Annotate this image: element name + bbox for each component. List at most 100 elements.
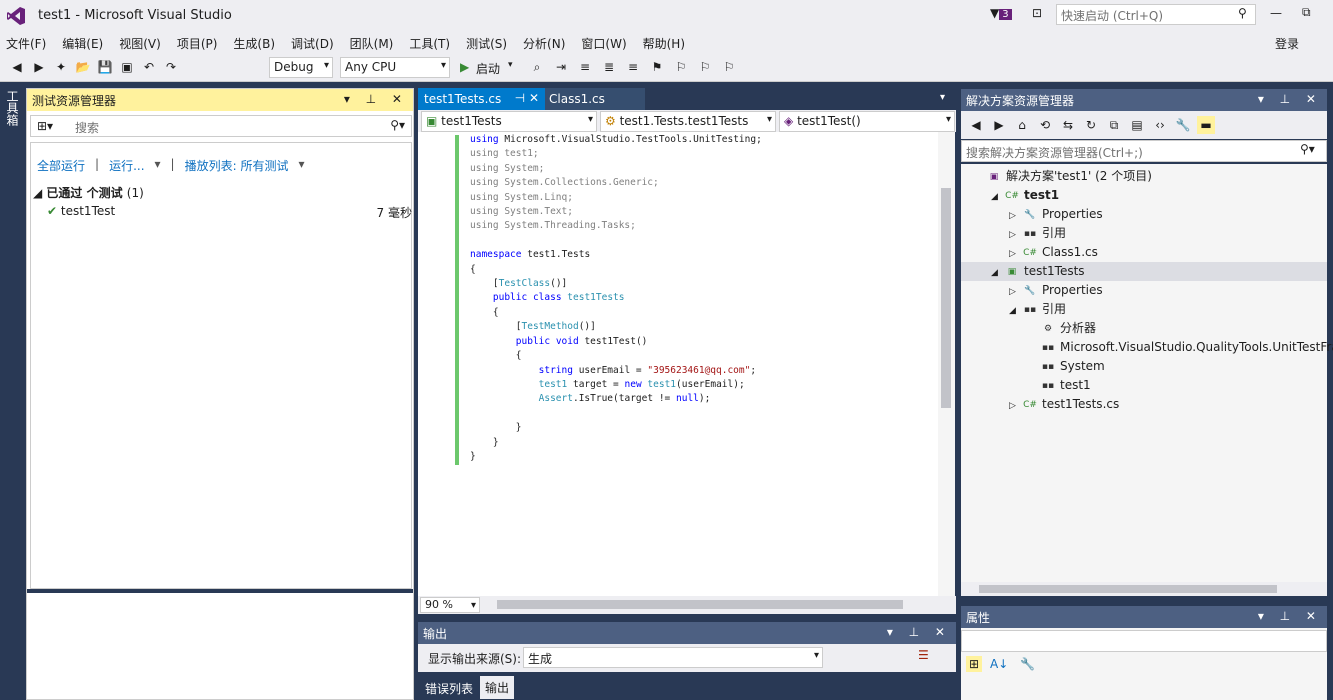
solution-node[interactable]: ▣ 解决方案'test1' (2 个项目) [961, 167, 1327, 186]
tab-test1tests[interactable]: test1Tests.cs ⊣ ✕ [418, 88, 545, 110]
open-file-icon[interactable]: 📂 [74, 58, 92, 76]
run-all-link[interactable]: 全部运行 [37, 157, 85, 174]
refresh-icon[interactable]: ↻ [1082, 116, 1100, 134]
save-icon[interactable]: 💾 [96, 58, 114, 76]
reference-node[interactable]: ▪▪ System [961, 357, 1327, 376]
test-row[interactable]: ✔ test1Test 7 毫秒 [47, 204, 412, 221]
platform-select[interactable]: Any CPU [340, 57, 450, 78]
editor-horizontal-scrollbar[interactable] [497, 600, 903, 609]
forward-icon[interactable]: ▶ [30, 58, 48, 76]
code-line[interactable]: { [470, 263, 762, 277]
collapse-all-icon[interactable]: ⧉ [1105, 116, 1123, 134]
file-node[interactable]: ▷ C# test1Tests.cs [961, 395, 1327, 414]
indent-icon[interactable]: ≡ [576, 58, 594, 76]
class-nav-select[interactable]: ⚙ test1.Tests.test1Tests [600, 111, 776, 132]
code-line[interactable]: } [470, 450, 762, 464]
save-all-icon[interactable]: ▣ [118, 58, 136, 76]
code-line[interactable]: string userEmail = "395623461@qq.com"; [470, 364, 762, 378]
expander-icon[interactable]: ◢ [991, 188, 1005, 207]
code-line[interactable]: Assert.IsTrue(target != null); [470, 392, 762, 406]
menu-item[interactable]: 窗口(W) [581, 35, 626, 52]
properties-node[interactable]: ▷ 🔧 Properties [961, 205, 1327, 224]
back-icon[interactable]: ◀ [8, 58, 26, 76]
sync-icon[interactable]: ⇆ [1059, 116, 1077, 134]
configuration-select[interactable]: Debug [269, 57, 333, 78]
menu-item[interactable]: 工具(T) [409, 35, 450, 52]
code-line[interactable]: [TestClass()] [470, 277, 762, 291]
code-line[interactable] [470, 407, 762, 421]
properties-wrench-icon[interactable]: 🔧 [1020, 657, 1035, 671]
menu-item[interactable]: 帮助(H) [643, 35, 685, 52]
login-link[interactable]: 登录 [1275, 35, 1299, 52]
code-text[interactable]: using Microsoft.VisualStudio.TestTools.U… [470, 133, 762, 464]
back-icon[interactable]: ◀ [967, 116, 985, 134]
feedback-icon[interactable]: ⊡ [1032, 6, 1042, 20]
panel-controls[interactable]: ▾ ⊥ ✕ [1258, 92, 1322, 108]
analyzer-node[interactable]: ⚙ 分析器 [961, 319, 1327, 338]
editor-vertical-scrollbar[interactable] [938, 132, 955, 596]
code-line[interactable]: } [470, 436, 762, 450]
references-node[interactable]: ◢ ▪▪ 引用 [961, 300, 1327, 319]
menu-item[interactable]: 项目(P) [177, 35, 218, 52]
tab-dropdown-icon[interactable]: ▾ [940, 92, 945, 103]
code-line[interactable]: using test1; [470, 147, 762, 161]
expander-icon[interactable]: ◢ [991, 264, 1005, 283]
references-node[interactable]: ▷ ▪▪ 引用 [961, 224, 1327, 243]
quick-launch-input[interactable]: 快速启动 (Ctrl+Q) [1056, 4, 1256, 25]
prev-bookmark-icon[interactable]: ⚐ [672, 58, 690, 76]
pin-close-icon[interactable]: ⊣ ✕ [515, 91, 539, 105]
expander-icon[interactable]: ◢ [1009, 302, 1023, 321]
history-icon[interactable]: ⟲ [1036, 116, 1054, 134]
view-code-icon[interactable]: ‹› [1151, 116, 1169, 134]
menu-item[interactable]: 调试(D) [291, 35, 334, 52]
start-dropdown-icon[interactable]: ▾ [508, 60, 513, 70]
next-bookmark-icon[interactable]: ⚐ [696, 58, 714, 76]
zoom-select[interactable]: 90 % [420, 597, 480, 613]
code-line[interactable]: using System.Threading.Tasks; [470, 219, 762, 233]
clear-all-icon[interactable]: ☰ [918, 648, 929, 662]
toolbox-side-tab[interactable]: 工具箱 [0, 82, 24, 700]
notification-flag-icon[interactable]: ▼ 3 [990, 6, 1012, 20]
code-line[interactable]: [TestMethod()] [470, 320, 762, 334]
expander-icon[interactable]: ▷ [1009, 397, 1023, 416]
panel-controls[interactable]: ▾ ⊥ ✕ [344, 92, 408, 108]
code-line[interactable]: using Microsoft.VisualStudio.TestTools.U… [470, 133, 762, 147]
bookmark-icon[interactable]: ⚑ [648, 58, 666, 76]
menu-item[interactable]: 分析(N) [523, 35, 565, 52]
code-line[interactable]: using System.Collections.Generic; [470, 176, 762, 190]
redo-icon[interactable]: ↷ [162, 58, 180, 76]
start-button[interactable]: 启动 [476, 60, 500, 77]
menu-item[interactable]: 编辑(E) [62, 35, 103, 52]
comment-icon[interactable]: ≡ [624, 58, 642, 76]
code-line[interactable]: } [470, 421, 762, 435]
code-line[interactable]: public class test1Tests [470, 291, 762, 305]
code-line[interactable]: { [470, 306, 762, 320]
code-line[interactable] [470, 234, 762, 248]
solution-search-input[interactable]: 搜索解决方案资源管理器(Ctrl+;) [961, 140, 1327, 162]
properties-wrench-icon[interactable]: 🔧 [1174, 116, 1192, 134]
properties-node[interactable]: ▷ 🔧 Properties [961, 281, 1327, 300]
project-node[interactable]: ◢ ▣ test1Tests [961, 262, 1327, 281]
code-line[interactable]: using System.Linq; [470, 191, 762, 205]
run-link[interactable]: 运行... [109, 157, 144, 174]
code-line[interactable]: namespace test1.Tests [470, 248, 762, 262]
test-search-input[interactable]: 搜索 [75, 119, 99, 136]
start-icon[interactable]: ▶ [460, 60, 469, 74]
find-icon[interactable]: ⌕ [528, 58, 546, 76]
menu-item[interactable]: 生成(B) [233, 35, 275, 52]
panel-controls[interactable]: ▾ ⊥ ✕ [1258, 609, 1322, 625]
panel-controls[interactable]: ▾ ⊥ ✕ [887, 625, 951, 641]
code-line[interactable]: test1 target = new test1(userEmail); [470, 378, 762, 392]
preview-icon[interactable]: ▬ [1197, 116, 1215, 134]
method-nav-select[interactable]: ◈ test1Test() [779, 111, 955, 132]
playlist-link[interactable]: 播放列表: 所有测试 [185, 157, 289, 174]
show-all-icon[interactable]: ▤ [1128, 116, 1146, 134]
tab-output[interactable]: 输出 [480, 676, 515, 699]
minimize-button[interactable]: — [1270, 6, 1282, 20]
home-icon[interactable]: ⌂ [1013, 116, 1031, 134]
menu-item[interactable]: 视图(V) [119, 35, 161, 52]
menu-item[interactable]: 测试(S) [466, 35, 507, 52]
group-by-icon[interactable]: ⊞▾ [37, 119, 53, 133]
menu-item[interactable]: 文件(F) [6, 35, 46, 52]
tab-error-list[interactable]: 错误列表 [420, 678, 478, 699]
